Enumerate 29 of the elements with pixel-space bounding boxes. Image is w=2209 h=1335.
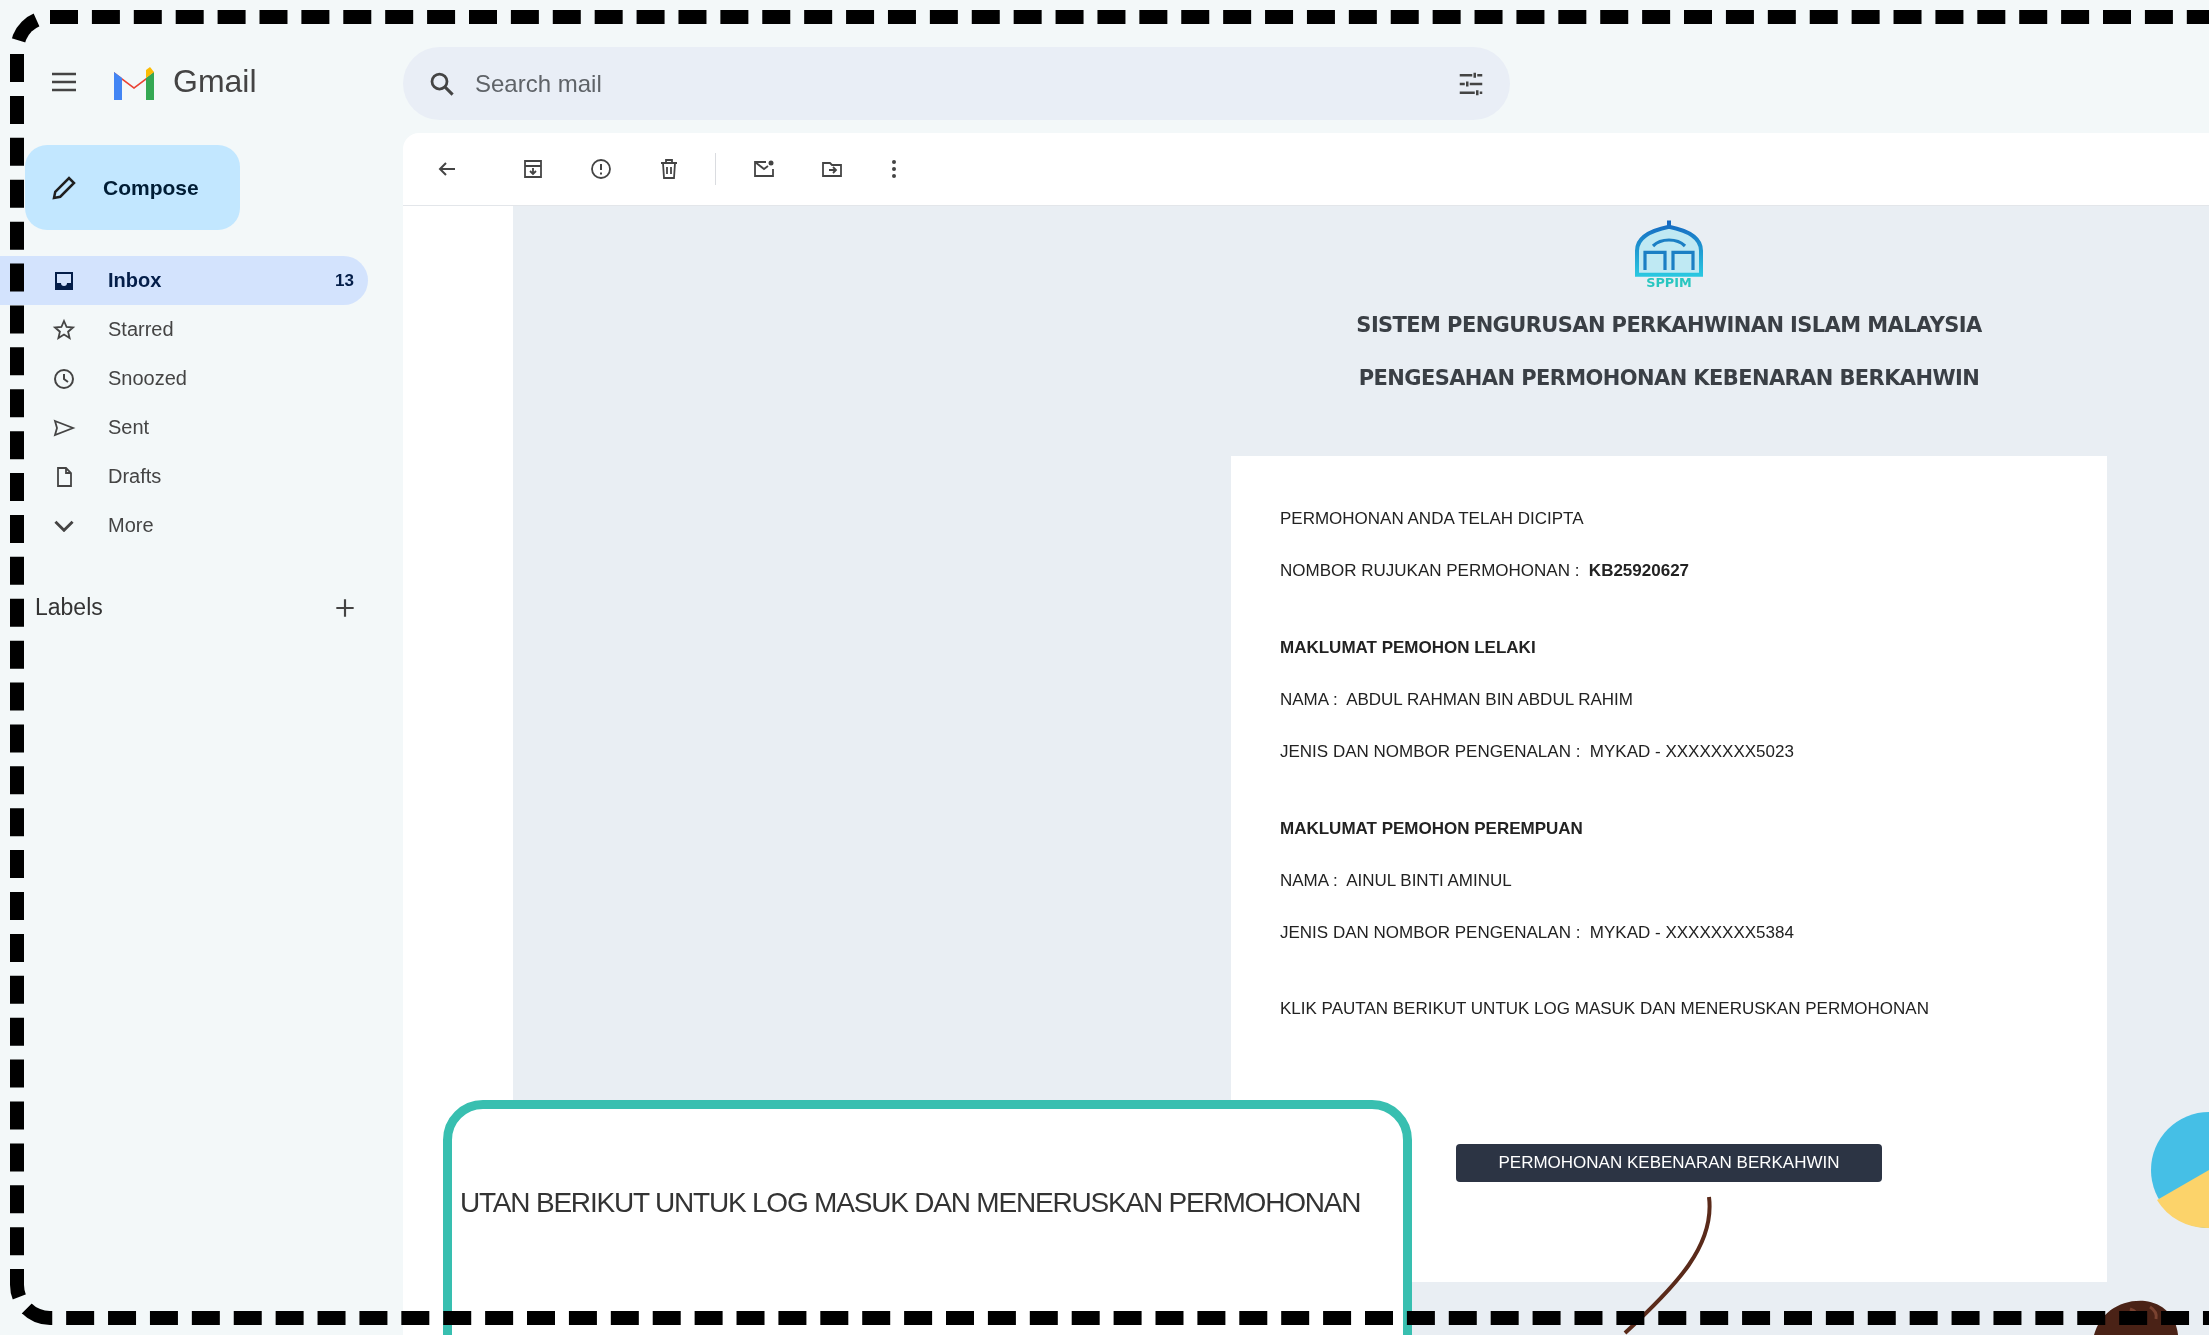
email-heading: SISTEM PENGURUSAN PERKAHWINAN ISLAM MALAYSIA: [1356, 312, 1982, 339]
message-text: NAMA : ABDUL RAHMAN BIN ABDUL RAHIM: [1280, 689, 1633, 711]
instruction-text: KLIK PAUTAN BERIKUT UNTUK LOG MASUK DAN MENERUSKAN PERMOHONAN: [1280, 998, 1929, 1020]
application-button[interactable]: PERMOHONAN KEBENARAN BERKAHWIN: [1456, 1144, 1882, 1182]
message-text: JENIS DAN NOMBOR PENGENALAN : MYKAD - XXXXXXXX5384: [1280, 922, 1794, 944]
message-text: NAMA : AINUL BINTI AMINUL: [1280, 870, 1512, 892]
emblem-logo: SPPIM: [1629, 218, 1709, 290]
message-text: NOMBOR RUJUKAN PERMOHONAN : KB25920627: [1280, 560, 1690, 582]
chevron-icon: [54, 519, 74, 532]
nav-item[interactable]: Inbox 13: [0, 256, 368, 305]
nav-item[interactable]: Sent: [0, 403, 368, 452]
email-heading: PENGESAHAN PERMOHONAN KEBENARAN BERKAHWIN: [1358, 365, 1980, 392]
app-name: Gmail: [173, 63, 257, 100]
compose-button[interactable]: Compose: [25, 145, 240, 230]
nav-item[interactable]: Starred: [0, 305, 368, 354]
unread-count: 13: [335, 270, 354, 291]
message-text: JENIS DAN NOMBOR PENGENALAN : MYKAD - XXXXXXXX5023: [1280, 741, 1794, 763]
search-bar[interactable]: Search mail: [403, 47, 1510, 120]
nav-item[interactable]: More: [0, 501, 368, 550]
star-icon: [52, 317, 76, 342]
magnified-text: UTAN BERIKUT UNTUK LOG MASUK DAN MENERUSKAN PERMOHONAN: [460, 1187, 1361, 1219]
section-heading: MAKLUMAT PEMOHON PEREMPUAN: [1280, 818, 1583, 840]
nav-item[interactable]: Drafts: [0, 452, 368, 501]
labels-heading: Labels: [35, 594, 103, 621]
section-heading: MAKLUMAT PEMOHON LELAKI: [1280, 637, 1536, 659]
search-field[interactable]: Search mail: [473, 62, 1456, 105]
message-text: PERMOHONAN ANDA TELAH DICIPTA: [1280, 508, 1584, 530]
clock-icon: [52, 366, 76, 391]
nav-item[interactable]: Snoozed: [0, 354, 368, 403]
